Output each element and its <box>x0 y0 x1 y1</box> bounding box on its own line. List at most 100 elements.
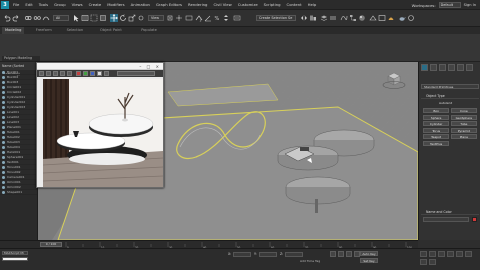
maximize-viewport-icon[interactable] <box>429 259 436 265</box>
x-coord-field[interactable] <box>233 252 251 257</box>
unlink-icon[interactable] <box>33 14 41 22</box>
previous-frame-icon[interactable] <box>338 251 344 257</box>
select-by-name-icon[interactable] <box>81 14 89 22</box>
ribbon-tab-freeform[interactable]: Freeform <box>33 27 55 34</box>
visibility-icon[interactable] <box>2 116 5 119</box>
visibility-icon[interactable] <box>2 171 5 174</box>
angle-snap-icon[interactable] <box>204 14 212 22</box>
menu-item-animation[interactable]: Animation <box>128 0 153 10</box>
undo-icon[interactable] <box>3 14 11 22</box>
autogrid-checkbox[interactable]: AutoGrid <box>421 101 479 106</box>
visibility-icon[interactable] <box>2 186 5 189</box>
modify-tab-icon[interactable] <box>430 64 437 71</box>
visibility-icon[interactable] <box>2 111 5 114</box>
clear-icon[interactable] <box>67 71 72 76</box>
bind-icon[interactable] <box>42 14 50 22</box>
save-image-icon[interactable] <box>39 71 44 76</box>
primitive-button-box[interactable]: Box <box>423 108 450 113</box>
teapot-icon[interactable] <box>398 14 406 22</box>
visibility-icon[interactable] <box>2 156 5 159</box>
placement-icon[interactable] <box>137 14 145 22</box>
menu-item-modifiers[interactable]: Modifiers <box>104 0 127 10</box>
menu-item-help[interactable]: Help <box>305 0 320 10</box>
menu-item-graph-editors[interactable]: Graph Editors <box>153 0 185 10</box>
visibility-icon[interactable] <box>2 101 5 104</box>
edit-named-selection-icon[interactable] <box>233 14 241 22</box>
menu-item-rendering[interactable]: Rendering <box>185 0 210 10</box>
y-coord-field[interactable] <box>259 252 277 257</box>
visibility-icon[interactable] <box>2 166 5 169</box>
ribbon-tab-object-paint[interactable]: Object Paint <box>97 27 125 34</box>
orbit-icon[interactable] <box>420 259 427 265</box>
visibility-icon[interactable] <box>2 191 5 194</box>
goto-start-icon[interactable] <box>330 251 336 257</box>
primitive-button-cylinder[interactable]: Cylinder <box>423 121 450 126</box>
mono-icon[interactable] <box>104 71 109 76</box>
primitive-button-geosphere[interactable]: GeoSphere <box>450 114 477 120</box>
render-online-icon[interactable] <box>407 14 415 22</box>
play-icon[interactable] <box>346 251 352 257</box>
link-icon[interactable] <box>24 14 32 22</box>
rotate-icon[interactable] <box>119 14 127 22</box>
zoom-extents-icon[interactable] <box>438 251 445 257</box>
select-manipulate-icon[interactable] <box>175 14 183 22</box>
layer-explorer-icon[interactable] <box>320 14 328 22</box>
auto-key-button[interactable]: Auto Key <box>360 251 378 256</box>
visibility-icon[interactable] <box>2 81 5 84</box>
primitive-button-plane[interactable]: Plane <box>450 134 477 139</box>
set-key-button[interactable]: Set Key <box>360 258 378 263</box>
channel-dropdown[interactable] <box>117 71 155 76</box>
visibility-icon[interactable] <box>2 86 5 89</box>
scale-icon[interactable] <box>128 14 136 22</box>
primitive-button-cone[interactable]: Cone <box>450 108 477 113</box>
object-name-field[interactable] <box>423 217 469 222</box>
primitive-button-sphere[interactable]: Sphere <box>423 114 450 120</box>
named-selection-field[interactable]: Create Selection Se <box>256 15 296 21</box>
app-logo-icon[interactable]: 3 <box>1 1 9 9</box>
zoom-icon[interactable] <box>420 251 427 257</box>
blue-channel-icon[interactable] <box>90 71 95 76</box>
visibility-icon[interactable] <box>2 91 5 94</box>
render-icon[interactable] <box>387 14 395 22</box>
alpha-channel-icon[interactable] <box>97 71 102 76</box>
align-icon[interactable] <box>309 14 317 22</box>
material-editor-icon[interactable] <box>358 14 366 22</box>
explorer-header[interactable]: Name (Sorted Ascending) <box>0 62 37 76</box>
visibility-icon[interactable] <box>2 76 5 79</box>
reference-coord-dropdown[interactable]: View <box>148 15 164 21</box>
visibility-icon[interactable] <box>2 176 5 179</box>
z-coord-field[interactable] <box>285 252 303 257</box>
sign-in-link[interactable]: Sign In <box>464 3 476 7</box>
ribbon-tab-populate[interactable]: Populate <box>138 27 160 34</box>
utilities-tab-icon[interactable] <box>466 64 473 71</box>
add-time-tag[interactable]: Add Time Tag <box>300 259 320 263</box>
region-select-icon[interactable] <box>90 14 98 22</box>
ribbon-tab-selection[interactable]: Selection <box>64 27 87 34</box>
visibility-icon[interactable] <box>2 71 5 74</box>
snap-icon[interactable]: 3 <box>195 14 203 22</box>
green-channel-icon[interactable] <box>83 71 88 76</box>
schematic-view-icon[interactable] <box>349 14 357 22</box>
visibility-icon[interactable] <box>2 146 5 149</box>
ribbon-tab-modeling[interactable]: Modeling <box>2 27 25 34</box>
redo-icon[interactable] <box>12 14 20 22</box>
primitive-button-tube[interactable]: Tube <box>450 121 477 126</box>
workspace-dropdown[interactable]: Default <box>438 2 461 8</box>
print-icon[interactable] <box>60 71 65 76</box>
menu-item-tools[interactable]: Tools <box>36 0 51 10</box>
menu-item-create[interactable]: Create <box>86 0 105 10</box>
menu-item-content[interactable]: Content <box>284 0 305 10</box>
rendered-frame-icon[interactable] <box>378 14 386 22</box>
move-icon[interactable] <box>110 14 118 22</box>
primitive-button-torus[interactable]: Torus <box>423 127 450 133</box>
visibility-icon[interactable] <box>2 151 5 154</box>
window-crossing-icon[interactable] <box>99 14 107 22</box>
maxscript-input[interactable] <box>2 257 28 261</box>
explorer-row[interactable]: Shape001 <box>0 190 37 195</box>
visibility-icon[interactable] <box>2 131 5 134</box>
window-controls[interactable]: – □ × <box>139 63 161 69</box>
curve-editor-icon[interactable] <box>340 14 348 22</box>
red-channel-icon[interactable] <box>76 71 81 76</box>
clone-window-icon[interactable] <box>53 71 58 76</box>
visibility-icon[interactable] <box>2 106 5 109</box>
